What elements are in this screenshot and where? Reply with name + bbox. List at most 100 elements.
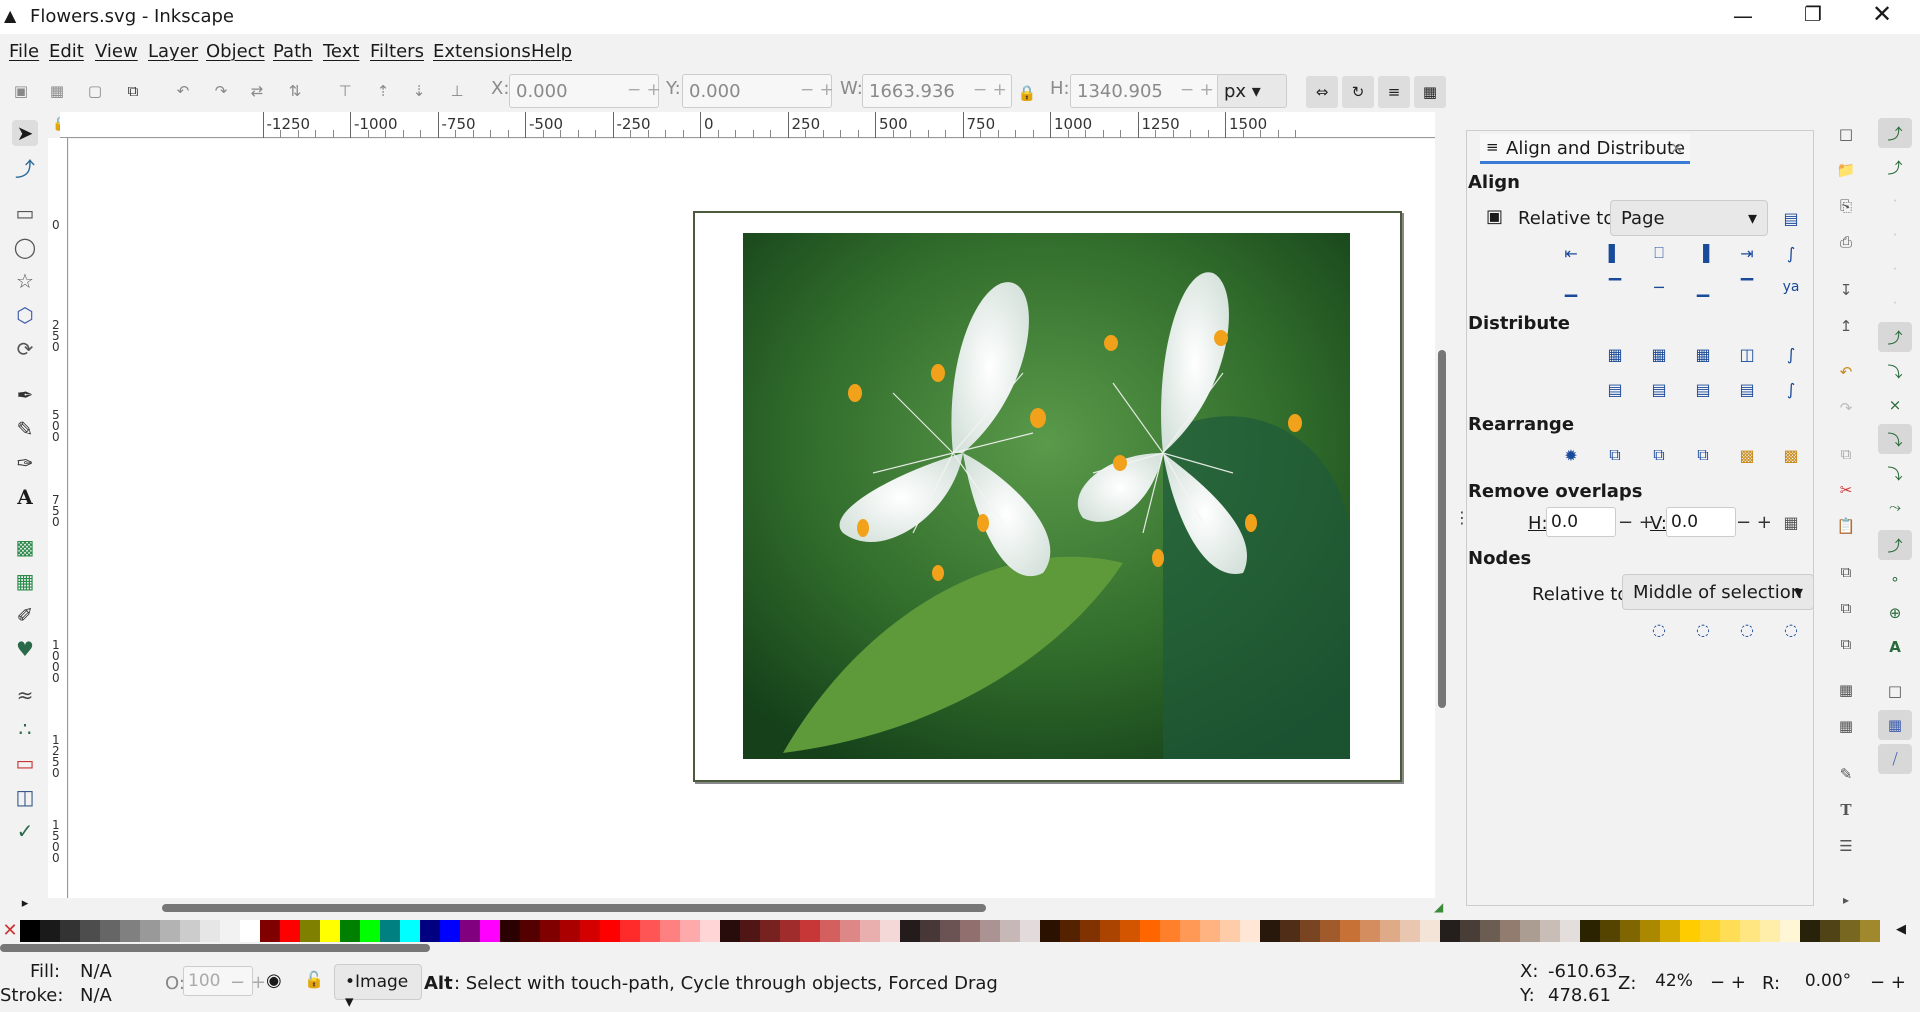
color-swatch[interactable] [940, 920, 960, 942]
align-right-to-left-icon[interactable]: ⇤ [1558, 240, 1584, 266]
color-swatch[interactable] [1060, 920, 1080, 942]
tweak-tool-icon[interactable]: ≈ [12, 682, 38, 708]
rectangle-tool-icon[interactable]: ▭ [12, 200, 38, 226]
color-swatch[interactable] [1860, 920, 1880, 942]
menu-file[interactable]: File [9, 41, 39, 62]
color-swatch[interactable] [200, 920, 220, 942]
measure-tool-icon[interactable]: ✓ [12, 818, 38, 844]
snap-intersections-icon[interactable]: ⨯ [1878, 390, 1912, 420]
color-swatch[interactable] [660, 920, 680, 942]
exchange-clockwise-icon[interactable]: ⧉ [1690, 442, 1716, 468]
color-swatch[interactable] [1480, 920, 1500, 942]
tab-close-icon[interactable]: × [1670, 138, 1683, 157]
color-swatch[interactable] [1360, 920, 1380, 942]
color-swatch[interactable] [880, 920, 900, 942]
gradient-tool-icon[interactable]: ▩ [12, 534, 38, 560]
color-swatch[interactable] [1140, 920, 1160, 942]
menu-edit[interactable]: Edit [49, 41, 84, 62]
color-swatch[interactable] [440, 920, 460, 942]
flip-vertical-icon[interactable]: ⇅ [284, 80, 306, 102]
align-nodes-horizontal-icon[interactable]: ◌ [1646, 616, 1672, 642]
snap-grid-icon[interactable]: ▦ [1878, 710, 1912, 740]
restore-button[interactable]: ❐ [1804, 2, 1822, 26]
color-swatch[interactable] [1740, 920, 1760, 942]
color-swatch[interactable] [1400, 920, 1420, 942]
3d-box-tool-icon[interactable]: ⬡ [12, 302, 38, 328]
color-swatch[interactable] [1800, 920, 1820, 942]
paste-icon[interactable]: 📋 [1834, 514, 1858, 538]
horizontal-ruler[interactable]: -1250 -1000 -750 -500 -250 0 250 500 750 1000 1250… [60, 112, 1435, 138]
color-swatch[interactable] [1700, 920, 1720, 942]
color-swatch[interactable] [260, 920, 280, 942]
unclump-icon[interactable]: ▩ [1778, 442, 1804, 468]
color-swatch[interactable] [180, 920, 200, 942]
commands-expand-icon[interactable]: ▸ [1834, 888, 1858, 912]
color-swatch[interactable] [460, 920, 480, 942]
color-swatch[interactable] [1640, 920, 1660, 942]
snap-paths-icon[interactable]: ⤵ [1878, 356, 1912, 386]
color-swatch[interactable] [1580, 920, 1600, 942]
snap-others-icon[interactable]: ⤴ [1878, 530, 1912, 560]
color-swatch[interactable] [100, 920, 120, 942]
lock-ratio-icon[interactable]: 🔒 [1016, 82, 1038, 104]
selector-tool-icon[interactable]: ➤ [12, 120, 38, 146]
snap-page-border-icon[interactable]: □ [1878, 676, 1912, 706]
graph-layout-icon[interactable]: ✹ [1558, 442, 1584, 468]
w-stepper[interactable]: − + [973, 80, 1007, 100]
new-document-icon[interactable]: □ [1834, 122, 1858, 146]
flip-horizontal-icon[interactable]: ⇄ [246, 80, 268, 102]
color-swatch[interactable] [1180, 920, 1200, 942]
y-stepper[interactable]: − + [800, 80, 834, 100]
undo-icon[interactable]: ↶ [1834, 360, 1858, 384]
distribute-left-edges-icon[interactable]: ▦ [1602, 341, 1628, 367]
distribute-bottom-edges-icon[interactable]: ▤ [1690, 376, 1716, 402]
color-swatch[interactable] [140, 920, 160, 942]
palette-scrollbar[interactable] [0, 944, 430, 952]
x-decrement[interactable]: − + [627, 80, 661, 100]
menu-view[interactable]: View [95, 41, 138, 62]
align-nodes-vertical-icon[interactable]: ◌ [1690, 616, 1716, 642]
lower-to-bottom-icon[interactable]: ⊥ [446, 80, 468, 102]
align-top-edges-icon[interactable]: ▔ [1602, 274, 1628, 300]
color-swatch[interactable] [1620, 920, 1640, 942]
close-button[interactable]: ✕ [1872, 0, 1892, 28]
color-swatch[interactable] [960, 920, 980, 942]
snap-rotation-centers-icon[interactable]: ⊕ [1878, 598, 1912, 628]
group-icon[interactable]: ▦ [1834, 678, 1858, 702]
raise-to-top-icon[interactable]: ⊤ [334, 80, 356, 102]
transform-icon[interactable]: ⧉ [122, 80, 144, 102]
distribute-nodes-vertical-icon[interactable]: ◌ [1778, 616, 1804, 642]
color-swatch[interactable] [920, 920, 940, 942]
color-swatch[interactable] [1420, 920, 1440, 942]
overlap-h-stepper[interactable]: − + [1618, 512, 1654, 533]
color-swatch[interactable] [1020, 920, 1040, 942]
relative-to-select[interactable]: Page ▾ [1610, 200, 1768, 236]
lower-icon[interactable]: ⇣ [408, 80, 430, 102]
color-swatch[interactable] [680, 920, 700, 942]
ungroup-icon[interactable]: ▦ [1834, 714, 1858, 738]
overlap-v-input[interactable]: 0.0 [1666, 507, 1736, 537]
color-swatch[interactable] [1660, 920, 1680, 942]
exchange-z-order-icon[interactable]: ⧉ [1646, 442, 1672, 468]
scale-stroke-icon[interactable]: ⇔ [1306, 76, 1338, 108]
color-swatch[interactable] [60, 920, 80, 942]
layers-icon[interactable]: ☰ [1834, 834, 1858, 858]
palette-menu-icon[interactable]: ◀ [1896, 922, 1906, 937]
color-swatch[interactable] [1320, 920, 1340, 942]
snap-object-centers-icon[interactable]: ∘ [1878, 564, 1912, 594]
menu-text[interactable]: Text [323, 41, 359, 62]
remove-overlaps-icon[interactable]: ▦ [1778, 509, 1804, 535]
layer-visibility-icon[interactable]: ◉ [266, 970, 282, 991]
snap-bbox-centers-icon[interactable]: ‧ [1878, 288, 1912, 318]
color-swatch[interactable] [280, 920, 300, 942]
menu-path[interactable]: Path [273, 41, 313, 62]
unit-select[interactable]: px ▾ [1217, 74, 1287, 108]
distribute-gaps-horizontal-icon[interactable]: ◫ [1734, 341, 1760, 367]
color-swatch[interactable] [1760, 920, 1780, 942]
color-swatch[interactable] [860, 920, 880, 942]
vertical-scrollbar[interactable] [1438, 350, 1446, 708]
snap-guides-icon[interactable]: ⧸ [1878, 744, 1912, 774]
color-swatch[interactable] [1780, 920, 1800, 942]
menu-help[interactable]: Help [531, 41, 572, 62]
tab-align-distribute[interactable]: ≡ Align and Distribute × [1480, 134, 1690, 164]
